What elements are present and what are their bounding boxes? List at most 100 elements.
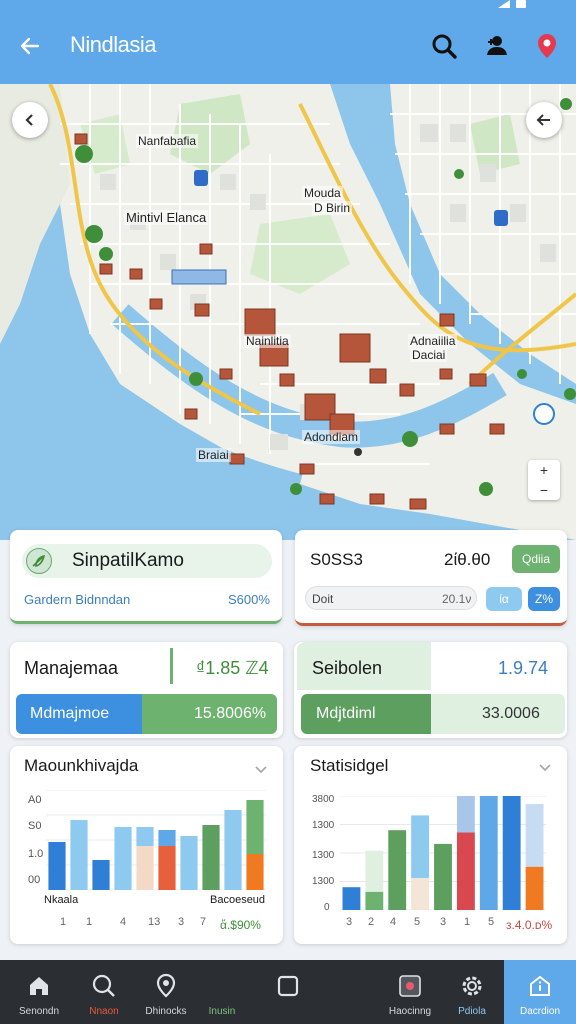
field-value: 20.1ν [442,592,472,606]
square-icon [277,975,299,997]
zoom-in-button[interactable]: + [528,460,560,480]
map-label: Daciai [410,348,448,362]
map-view[interactable]: Nanfabafia Mouda D Birin Mintivl Elanca … [0,84,576,540]
search-icon [92,974,115,997]
option-button-1[interactable]: ία [486,587,522,611]
status-badge[interactable]: Qdiia [512,545,560,573]
chart-bar [365,850,384,892]
image-icon [399,975,421,997]
bottom-navigation: Senondn Nnaon Dhinocks Inusin Haocinng P… [0,960,576,1024]
pin-drop-icon [156,973,176,998]
x-tick: 13 [148,916,161,928]
nav-item-home[interactable]: Senondn [0,960,78,1024]
nav-item-discover[interactable]: Dacrdion [504,960,576,1024]
chart-bar [158,830,176,846]
leaf-icon [26,548,52,574]
summary-subtitle: Gardern Bidnndan [24,592,131,607]
form-value-b: 2ίθ.θ0 [444,550,491,569]
app-bar: Nindlasia [0,14,576,84]
x-tick: 3 [346,916,353,928]
nav-item-places[interactable]: Dhinocks [132,960,200,1024]
chart-bar [342,887,361,910]
chevron-down-icon[interactable] [538,760,552,774]
chart-bar [525,866,544,910]
option-button-2[interactable]: Ζ% [528,587,560,611]
progress-right-label: 15.8006% [194,705,267,722]
nav-item-inusin[interactable]: Inusin [192,960,252,1024]
selection-left-label: Mdjtdiml [316,705,376,722]
chart-bar [70,820,88,890]
map-label: Nanfabafia [136,134,199,148]
user-add-icon [487,36,507,55]
y-tick: 1300 [312,850,335,861]
map-label: Mintivl Elanca [124,210,209,225]
nav-label: Dacrdion [519,1006,561,1017]
map-label: Adondiam [302,430,361,444]
management-title: Manajemaa [24,658,119,678]
x-tick: 1 [464,916,471,928]
map-canvas [0,84,576,540]
nav-label: Inusin [208,1006,236,1017]
search-button[interactable] [428,30,460,62]
add-user-button[interactable] [481,30,513,62]
chart-bar [246,854,264,890]
back-button[interactable] [14,30,46,62]
location-button[interactable] [531,30,563,62]
home-icon [30,977,48,995]
nav-item-square[interactable] [258,960,318,1024]
location-pin-icon [538,34,556,58]
chart-left-footer: ἄ.$90% [220,918,261,932]
summary-title: SinpatilKamo [72,550,184,571]
y-tick: 00 [28,874,41,886]
info-home-icon [530,975,550,996]
x-tick: 4 [390,916,397,928]
selection-value: 1.9.74 [498,658,549,678]
y-tick: S0 [28,820,42,832]
signal-icon [498,0,510,8]
y-tick: 1.0 [28,848,44,860]
chart-bar [114,827,132,890]
chart-right-title: Statisidgel [310,756,389,775]
x-tick: 7 [200,916,207,928]
selection-title: Seibolen [312,658,383,678]
map-label: Mouda [302,186,343,200]
map-label: Adnaiilia [408,334,458,348]
chart-bar [136,846,154,890]
chart-bar [136,827,154,846]
legend-label: Bacoeseud [210,894,266,906]
x-tick: 3 [178,916,185,928]
bar-chart-right [340,796,546,910]
x-tick: 5 [414,916,421,928]
settings-gear-icon [462,976,482,996]
map-prev-button[interactable] [12,102,48,138]
zoom-out-button[interactable]: − [528,480,560,500]
chart-left-title: Maounkhivajda [24,756,139,775]
y-tick: 1300 [312,876,335,887]
chevron-down-icon[interactable] [254,762,268,776]
nav-item-settings[interactable]: Pdiola [440,960,504,1024]
map-label: Nainlitia [244,334,291,348]
x-tick: 3 [440,916,447,928]
divider [170,648,173,684]
arrow-left-icon [536,114,550,126]
chart-bar [365,891,384,910]
chart-bar [202,825,220,890]
status-bar [0,0,576,14]
chart-bar [456,796,475,833]
chart-bar [411,878,430,910]
chart-bar [525,803,544,867]
chevron-left-icon [25,114,33,126]
x-tick: 5 [488,916,495,928]
x-tick: 4 [120,916,127,928]
x-tick: 2 [368,916,375,928]
nav-item-search[interactable]: Nnaon [68,960,140,1024]
chart-bar [180,836,198,890]
chart-bar [246,800,264,854]
page-title: Nindlasia [70,32,157,57]
nav-item-gallery[interactable]: Haocinng [376,960,444,1024]
chart-bar [456,832,475,910]
map-back-button[interactable] [526,102,562,138]
zoom-control[interactable]: + − [528,460,560,500]
chart-bar [411,815,430,879]
map-label: Braiai [196,448,231,462]
